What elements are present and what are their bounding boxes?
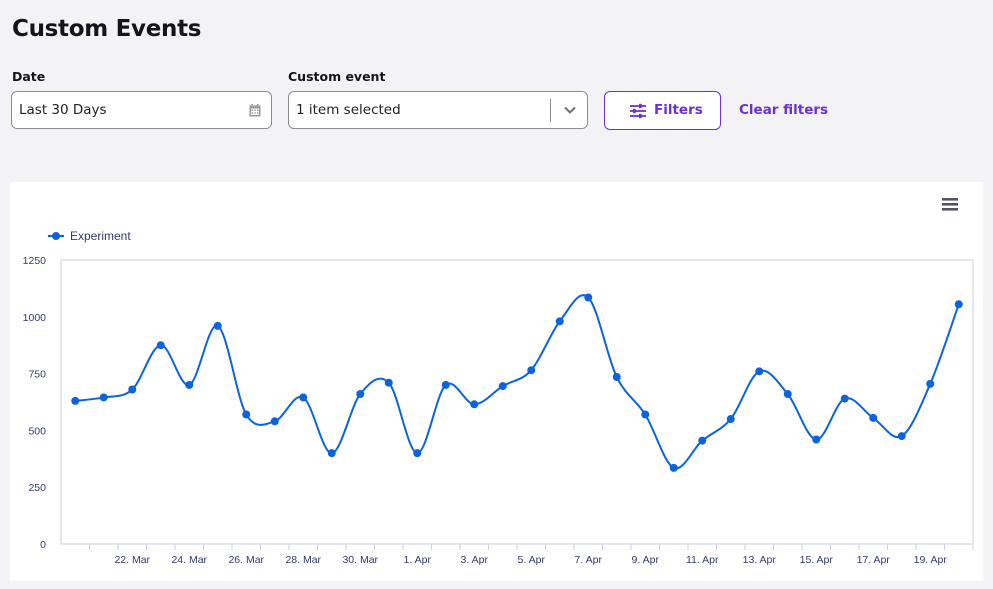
data-point [783,390,792,399]
data-point [185,380,194,389]
clear-filters-link[interactable]: Clear filters [739,102,828,118]
x-tick-label: 13. Apr [743,554,777,566]
y-tick-label: 1000 [23,312,47,324]
y-tick-label: 1250 [23,255,47,267]
data-point [698,436,707,445]
y-tick-label: 250 [28,482,46,494]
data-point [584,293,593,302]
data-point [213,321,222,330]
page-title: Custom Events [12,16,202,42]
x-tick-label: 11. Apr [686,554,719,566]
data-point [840,394,849,403]
data-point [926,379,935,388]
x-tick-label: 9. Apr [632,554,660,566]
data-point [327,449,336,458]
data-point [299,393,308,402]
x-tick-label: 28. Mar [285,554,321,566]
x-tick-label: 17. Apr [857,554,891,566]
data-point [441,380,450,389]
data-point [726,415,735,424]
data-point [470,400,479,409]
plot-area [60,259,974,545]
data-point [356,390,365,399]
custom-event-value: 1 item selected [296,102,401,118]
x-tick-label: 30. Mar [342,554,378,566]
data-point [897,432,906,441]
x-tick-label: 15. Apr [800,554,834,566]
legend-marker [52,232,60,240]
select-divider [550,99,551,122]
date-picker-field[interactable]: Last 30 Days [11,91,272,129]
data-point [755,367,764,376]
data-point [156,341,165,350]
y-tick-label: 750 [28,369,46,381]
data-point [555,317,564,326]
legend-label: Experiment [70,229,131,243]
custom-event-select[interactable]: 1 item selected [288,91,588,129]
x-tick-label: 7. Apr [575,554,603,566]
data-point [869,413,878,422]
data-point [498,382,507,391]
custom-event-label: Custom event [288,69,386,84]
x-tick-label: 19. Apr [914,554,948,566]
data-point [413,449,422,458]
x-tick-label: 22. Mar [114,554,150,566]
x-tick-label: 5. Apr [518,554,546,566]
sliders-icon [630,103,646,119]
data-point [612,373,621,382]
chart-card: 0 250 500 750 1000 1250 22. Mar 24. Mar 26. Mar 2… [10,182,983,581]
data-point [812,435,821,444]
filters-button-label: Filters [654,102,703,118]
hamburger-menu-icon[interactable] [941,197,959,212]
calendar-icon[interactable] [249,104,261,117]
data-point [527,366,536,375]
chevron-down-icon[interactable] [563,104,577,116]
line-chart: 0 250 500 750 1000 1250 22. Mar 24. Mar 26. Mar 2… [23,229,974,566]
data-point [954,300,963,309]
series-line-experiment [75,294,960,470]
y-tick-label: 500 [28,425,46,437]
data-point [242,410,251,419]
data-point [270,417,279,426]
data-point [128,385,137,394]
data-point [669,463,678,472]
x-tick-label: 3. Apr [461,554,489,566]
x-tick-label: 26. Mar [228,554,264,566]
data-point [99,393,108,402]
data-point [71,396,80,405]
x-tick-label: 1. Apr [404,554,432,566]
filters-button[interactable]: Filters [604,91,721,130]
data-point [384,378,393,387]
date-value: Last 30 Days [19,102,107,118]
x-tick-label: 24. Mar [171,554,207,566]
date-label: Date [12,69,46,84]
data-point [641,410,650,419]
y-tick-label: 0 [40,539,46,551]
